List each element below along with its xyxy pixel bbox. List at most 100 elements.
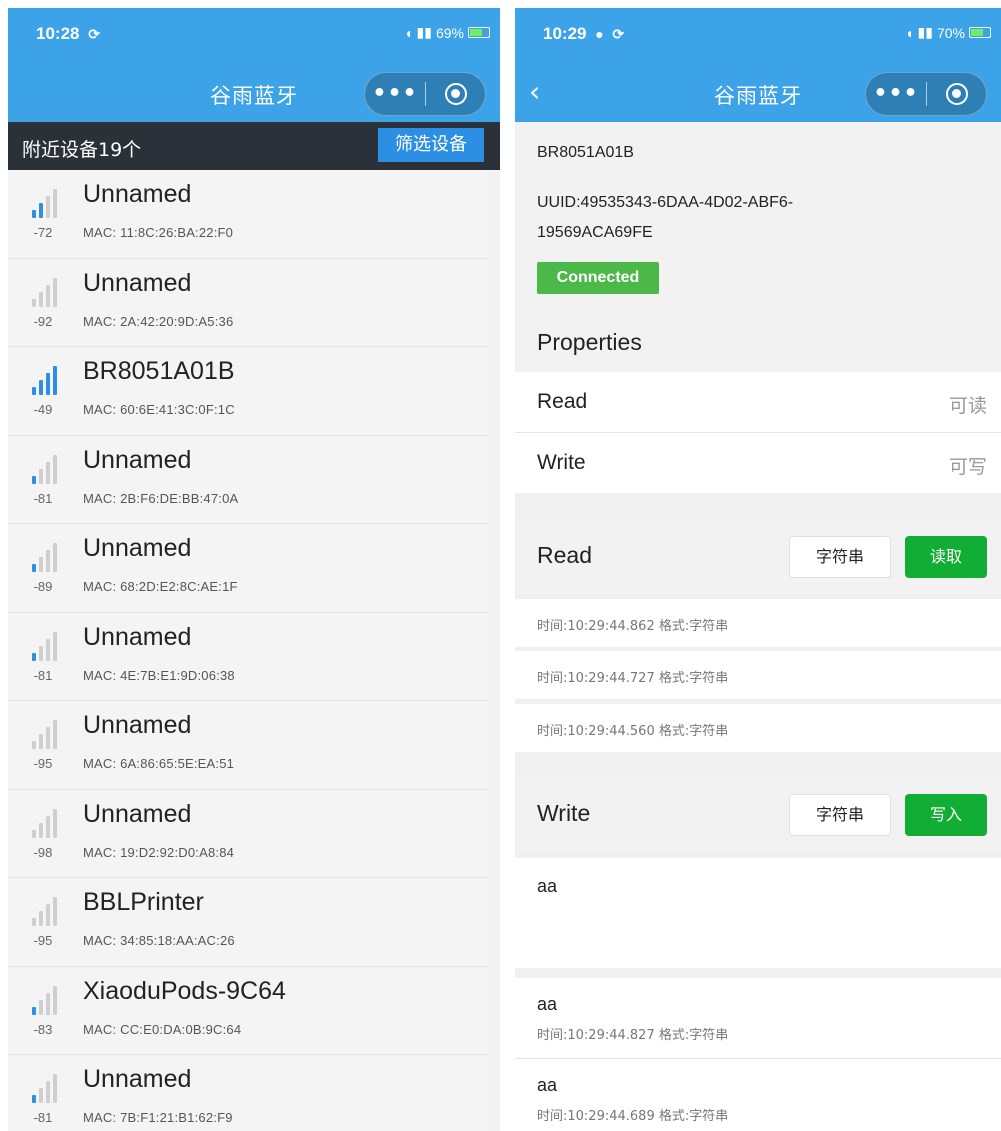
device-mac: MAC: 2A:42:20:9D:A5:36 [83,313,234,329]
write-input-value: aa [537,876,558,896]
device-count: 附近设备19个 [22,139,142,161]
device-rssi: -83 [33,1021,53,1037]
device-rssi: -49 [33,402,53,417]
signal-strength-icon [32,720,57,749]
signal-status-icon: ▮▮ [416,24,432,40]
status-time: 10:29 ● ⟳ [543,24,624,44]
device-mac: MAC: 2B:F6:DE:BB:47:0A [83,490,239,506]
signal-strength-icon [32,631,57,661]
device-mac: MAC: 11:8C:26:BA:22:F0 [83,225,234,240]
close-miniprogram-button[interactable] [426,83,485,105]
write-log-row: aa 时间:10:29:44.689 格式:字符串 [515,1059,1001,1131]
device-name: Unnamed [83,711,192,739]
mini-program-capsule: ••• [865,72,987,116]
target-icon [444,83,467,105]
read-log-row: 时间:10:29:44.560 格式:字符串 [515,704,1001,752]
write-input[interactable]: aa [515,858,1001,968]
device-rssi: -72 [33,225,53,240]
write-section-title: Write [537,800,591,826]
mini-program-capsule: ••• [364,72,486,116]
device-mac: MAC: 7B:F1:21:B1:62:F9 [83,1110,233,1125]
filter-devices-button[interactable]: 筛选设备 [378,128,484,162]
read-log-meta: 时间:10:29:44.560 格式:字符串 [537,724,729,739]
battery-percent: 70% [936,24,965,41]
device-row[interactable]: -95 Unnamed MAC: 6A:86:65:5E:EA:51 [8,701,488,790]
read-section-header: Read 字符串 读取 [515,520,1001,594]
write-log-value: aa [537,1075,558,1095]
read-log-meta: 时间:10:29:44.862 格式:字符串 [537,619,729,634]
vibrate-icon: ◖ [905,24,914,41]
title-bar: ‹ 谷雨蓝牙 ••• [515,58,1001,122]
battery-percent: 69% [435,24,464,41]
status-time-text: 10:28 [36,24,80,43]
device-name: Unnamed [83,445,192,474]
device-name: Unnamed [83,1065,192,1093]
write-log-meta: 时间:10:29:44.827 格式:字符串 [537,1028,729,1043]
status-time-text: 10:29 [543,24,587,43]
battery-icon [468,27,490,38]
device-row[interactable]: -81 Unnamed MAC: 7B:F1:21:B1:62:F9 [8,1055,488,1131]
signal-strength-icon [32,1074,57,1103]
device-mac: MAC: 60:6E:41:3C:0F:1C [83,402,235,417]
write-button[interactable]: 写入 [905,794,987,836]
device-row[interactable]: -98 Unnamed MAC: 19:D2:92:D0:A8:84 [8,789,488,878]
device-row[interactable]: -81 Unnamed MAC: 2B:F6:DE:BB:47:0A [8,435,488,524]
device-rssi: -81 [33,667,53,683]
close-miniprogram-button[interactable] [927,83,986,105]
device-row[interactable]: -49 BR8051A01B MAC: 60:6E:41:3C:0F:1C [8,347,488,436]
device-rssi: -81 [33,490,53,506]
top-bar: 10:29 ● ⟳ ◖ ▮▮ 70% ‹ 谷雨蓝牙 ••• [515,8,1001,122]
device-name: Unnamed [83,799,192,828]
property-key: Read [537,390,588,413]
device-name: Unnamed [83,268,192,297]
device-name: BR8051A01B [83,357,235,385]
device-row[interactable]: -83 XiaoduPods-9C64 MAC: CC:E0:DA:0B:9C:64 [8,966,488,1055]
signal-strength-icon [32,454,57,484]
read-button[interactable]: 读取 [905,536,987,578]
scan-screen: 10:28 ⟳ ◖ ▮▮ 69% 谷雨蓝牙 ••• 附近设备19个 筛选设备 -… [8,8,500,1131]
write-log-row: aa 时间:10:29:44.827 格式:字符串 [515,978,1001,1058]
device-row[interactable]: -95 BBLPrinter MAC: 34:85:18:AA:AC:26 [8,878,488,967]
sync-icon: ⟳ [88,26,100,42]
device-detail-screen: 10:29 ● ⟳ ◖ ▮▮ 70% ‹ 谷雨蓝牙 ••• BR8051A01B… [515,8,1001,1131]
device-name: BR8051A01B [537,144,634,161]
properties-title: Properties [537,329,642,355]
device-name: Unnamed [83,534,192,562]
write-format-button[interactable]: 字符串 [789,794,891,836]
status-time: 10:28 ⟳ [36,24,100,44]
property-key: Write [537,451,586,474]
device-mac: MAC: 68:2D:E2:8C:AE:1F [83,579,238,594]
device-rssi: -81 [33,1110,53,1125]
write-log-value: aa [537,994,558,1014]
read-section-title: Read [537,542,592,568]
signal-strength-icon [32,808,57,838]
signal-strength-icon [32,897,57,926]
property-row-write: Write 可写 [515,433,1001,493]
device-name: XiaoduPods-9C64 [83,976,286,1005]
property-value: 可写 [948,456,987,478]
read-log-row: 时间:10:29:44.727 格式:字符串 [515,651,1001,699]
device-mac: MAC: 4E:7B:E1:9D:06:38 [83,667,235,683]
device-uuid: UUID:49535343-6DAA-4D02-ABF6-19569ACA69F… [537,194,794,241]
more-menu-button[interactable]: ••• [866,72,926,116]
device-row[interactable]: -89 Unnamed MAC: 68:2D:E2:8C:AE:1F [8,524,488,613]
device-mac: MAC: 34:85:18:AA:AC:26 [83,933,235,948]
device-info: BR8051A01B UUID:49535343-6DAA-4D02-ABF6-… [515,122,1001,372]
write-section-header: Write 字符串 写入 [515,778,1001,852]
read-log-meta: 时间:10:29:44.727 格式:字符串 [537,671,729,686]
vibrate-icon: ◖ [404,24,413,41]
device-row[interactable]: -92 Unnamed MAC: 2A:42:20:9D:A5:36 [8,258,488,347]
device-rssi: -95 [33,756,53,771]
device-row[interactable]: -72 Unnamed MAC: 11:8C:26:BA:22:F0 [8,170,488,259]
device-mac: MAC: 6A:86:65:5E:EA:51 [83,756,235,771]
more-menu-button[interactable]: ••• [365,72,425,116]
property-row-read: Read 可读 [515,372,1001,432]
device-name: Unnamed [83,180,192,208]
signal-strength-icon [32,189,57,218]
signal-strength-icon [32,366,57,395]
read-format-button[interactable]: 字符串 [789,536,891,578]
read-log-row: 时间:10:29:44.862 格式:字符串 [515,599,1001,647]
signal-strength-icon [32,543,57,572]
device-row[interactable]: -81 Unnamed MAC: 4E:7B:E1:9D:06:38 [8,612,488,701]
device-rssi: -98 [33,844,53,860]
